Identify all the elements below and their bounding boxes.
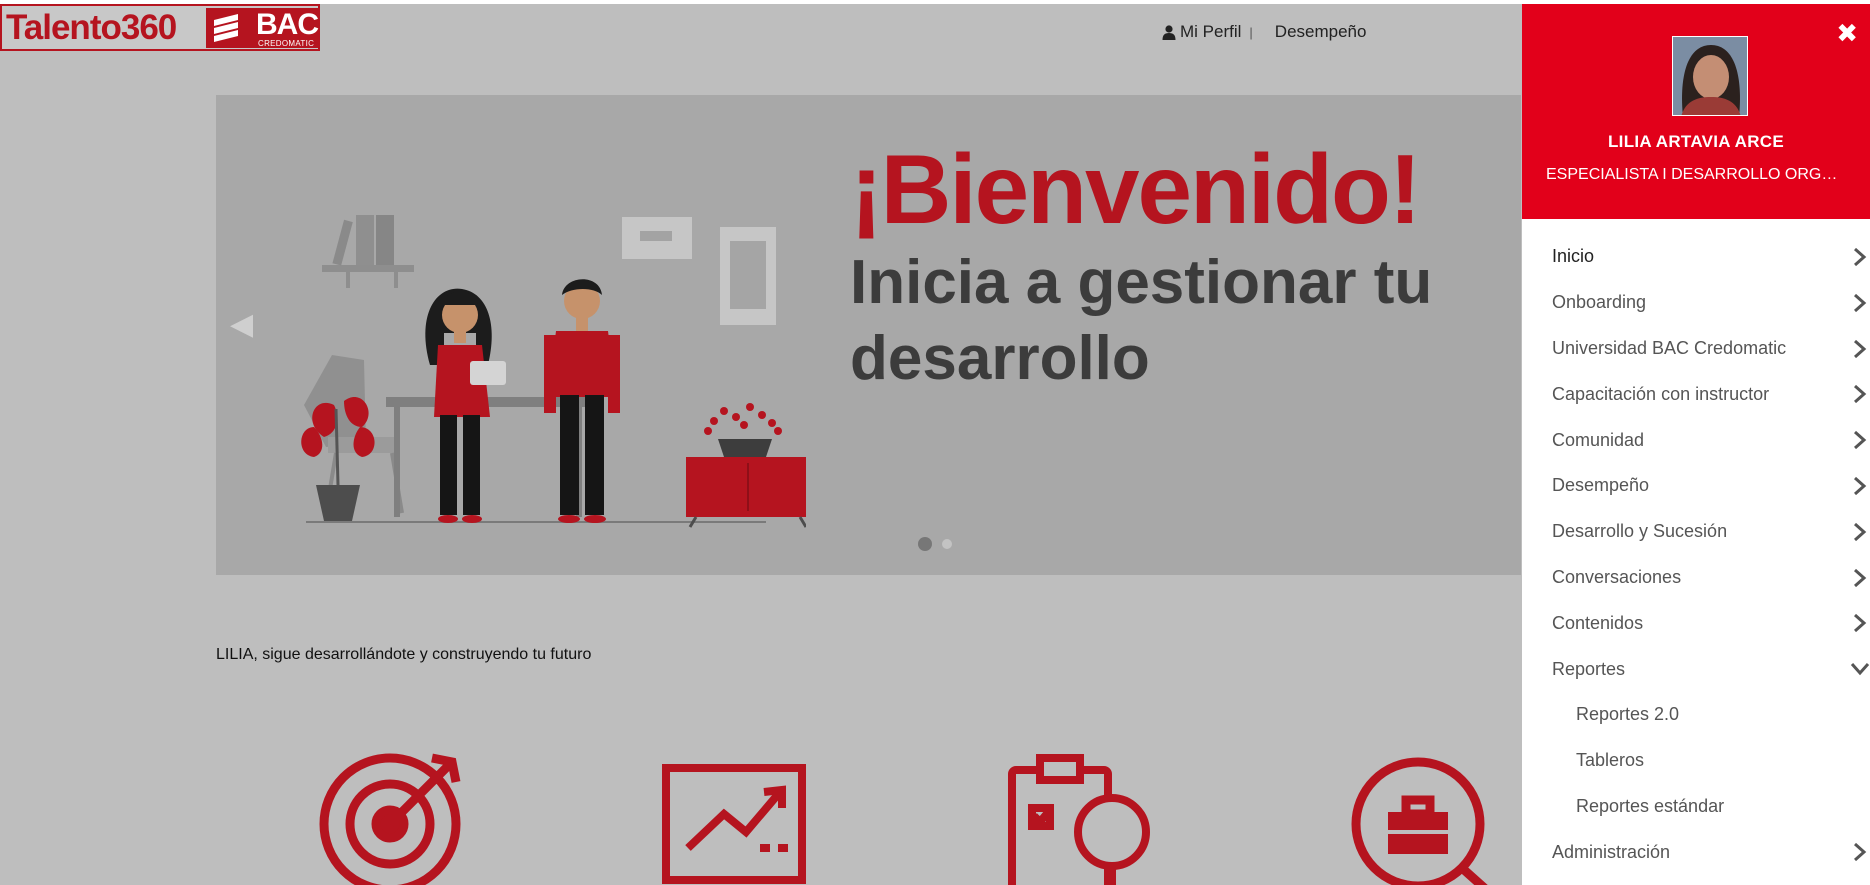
submenu-item-label: Reportes estándar <box>1576 795 1725 816</box>
carousel-dot-2[interactable] <box>942 539 952 549</box>
chevron-right-icon <box>1854 522 1867 541</box>
carousel-indicators <box>918 537 952 551</box>
side-menu: ✖ LILIA ARTAVIA ARCE ESPECIALISTA I DESA… <box>1522 4 1870 885</box>
menu-item-label: Desempeño <box>1552 475 1650 496</box>
menu-item-label: Contenidos <box>1552 612 1644 633</box>
menu-item-contenidos[interactable]: Contenidos <box>1522 600 1870 646</box>
chevron-right-icon <box>1854 568 1867 587</box>
chevron-right-icon <box>1854 614 1867 633</box>
bac-stripes-icon <box>214 14 238 42</box>
clipboard-search-icon[interactable] <box>1008 754 1150 885</box>
submenu-item-label: Reportes 2.0 <box>1576 704 1680 725</box>
chevron-right-icon <box>1854 476 1867 496</box>
menu-item-desarrollo-sucesion[interactable]: Desarrollo y Sucesión <box>1522 509 1870 555</box>
side-menu-list: Inicio Onboarding Universidad BAC Credom… <box>1522 234 1870 875</box>
user-header: ✖ LILIA ARTAVIA ARCE ESPECIALISTA I DESA… <box>1522 4 1870 219</box>
chart-board-icon[interactable] <box>662 764 806 884</box>
avatar-photo <box>1673 37 1747 115</box>
user-name: LILIA ARTAVIA ARCE <box>1607 132 1784 151</box>
mi-perfil-label: Mi Perfil <box>1180 22 1242 41</box>
menu-item-label: Conversaciones <box>1552 566 1682 587</box>
mi-perfil-link[interactable]: Mi Perfil <box>1162 22 1241 42</box>
bac-logo: BAC CREDOMATIC <box>206 8 319 48</box>
submenu-item-label: Tableros <box>1576 750 1645 771</box>
talento360-logo[interactable]: Talento360 BAC CREDOMATIC <box>0 4 320 51</box>
submenu-item-reportes-2[interactable]: Reportes 2.0 <box>1522 692 1870 738</box>
menu-item-label: Comunidad <box>1552 429 1645 450</box>
menu-item-universidad[interactable]: Universidad BAC Credomatic <box>1522 326 1870 372</box>
chevron-right-icon <box>1854 431 1867 450</box>
top-nav: Mi Perfil | Desempeño <box>1162 22 1366 42</box>
chevron-right-icon <box>1854 293 1867 312</box>
menu-item-reportes[interactable]: Reportes <box>1522 646 1870 692</box>
welcome-carousel: ◀ ¡Bienvenido! Inicia a gestionar tu des… <box>216 95 1521 575</box>
desempeno-link[interactable]: Desempeño <box>1275 22 1367 42</box>
target-icon[interactable] <box>319 753 461 885</box>
brand-name: Talento360 <box>6 7 177 47</box>
submenu-item-tableros[interactable]: Tableros <box>1522 738 1870 784</box>
menu-item-label: Administración <box>1552 841 1671 862</box>
chevron-down-icon <box>1850 663 1870 676</box>
chevron-right-icon <box>1854 247 1867 267</box>
office-illustration <box>301 215 806 528</box>
user-role: ESPECIALISTA I DESARROLLO ORGANIZ... <box>1546 166 1870 183</box>
banner-title: ¡Bienvenido! <box>850 134 1421 244</box>
banner-subtitle: Inicia a gestionar tu desarrollo <box>850 248 1433 393</box>
menu-item-conversaciones[interactable]: Conversaciones <box>1522 555 1870 601</box>
menu-item-capacitacion[interactable]: Capacitación con instructor <box>1522 371 1870 417</box>
briefcase-search-icon[interactable] <box>1351 757 1500 885</box>
user-icon <box>1162 24 1176 40</box>
carousel-dot-1[interactable] <box>918 537 932 551</box>
chevron-right-icon <box>1854 843 1867 862</box>
menu-item-label: Inicio <box>1552 246 1595 267</box>
menu-item-label: Capacitación con instructor <box>1552 383 1770 404</box>
feature-icons-row <box>319 753 1500 885</box>
chevron-right-icon <box>1854 339 1867 358</box>
menu-item-label: Desarrollo y Sucesión <box>1552 521 1728 542</box>
menu-item-label: Universidad BAC Credomatic <box>1552 337 1787 358</box>
bac-text: BAC <box>256 8 319 41</box>
menu-item-administracion[interactable]: Administración <box>1522 829 1870 875</box>
menu-item-inicio[interactable]: Inicio <box>1522 234 1870 280</box>
chevron-right-icon <box>1854 385 1867 404</box>
greeting-text: LILIA, sigue desarrollándote y construye… <box>216 646 592 663</box>
menu-item-label: Onboarding <box>1552 292 1647 313</box>
menu-item-comunidad[interactable]: Comunidad <box>1522 417 1870 463</box>
close-icon[interactable]: ✖ <box>1836 18 1858 49</box>
carousel-prev-icon[interactable]: ◀ <box>230 307 253 342</box>
nav-separator: | <box>1249 24 1253 40</box>
menu-item-desempeno[interactable]: Desempeño <box>1522 463 1870 509</box>
submenu-item-reportes-estandar[interactable]: Reportes estándar <box>1522 784 1870 830</box>
avatar[interactable] <box>1672 36 1748 116</box>
credomatic-text: CREDOMATIC <box>258 39 315 48</box>
menu-item-label: Reportes <box>1552 658 1626 679</box>
menu-item-onboarding[interactable]: Onboarding <box>1522 280 1870 326</box>
